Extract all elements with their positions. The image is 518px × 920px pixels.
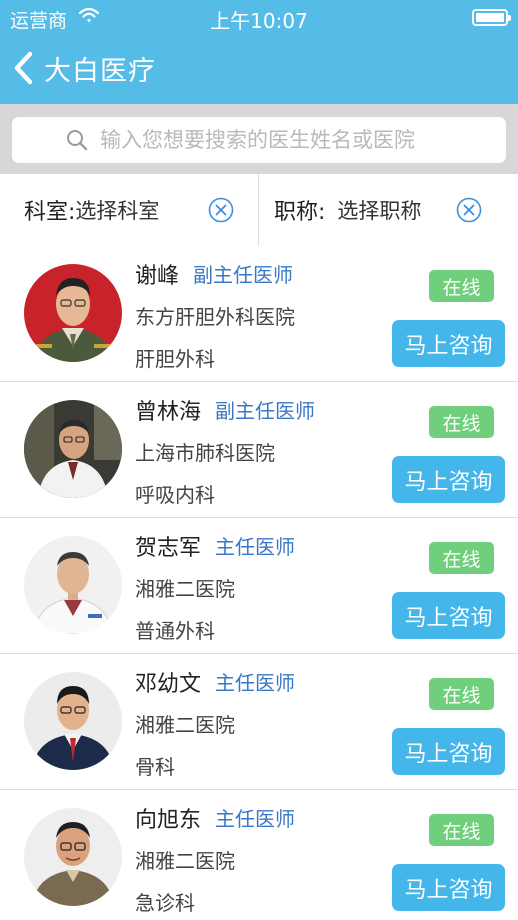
online-status-badge: 在线 [429,542,494,574]
clear-title-icon[interactable] [456,197,482,223]
app-header: 运营商 上午10:07 大白医疗 [0,0,518,104]
doctor-hospital: 湘雅二医院 [135,577,235,601]
search-area [0,104,518,174]
doctor-name: 贺志军 [135,536,202,561]
department-filter[interactable]: 科室: 选择科室 [24,174,159,246]
doctor-list-item[interactable]: 贺志军 主任医师 湘雅二医院 普通外科 在线 马上咨询 [0,518,518,654]
doctor-avatar [24,536,122,634]
doctor-hospital: 湘雅二医院 [135,713,235,737]
doctor-department: 呼吸内科 [135,483,215,507]
doctor-avatar [24,400,122,498]
doctor-name: 曾林海 [135,400,202,425]
doctor-department: 骨科 [135,755,175,779]
status-bar: 运营商 上午10:07 [0,0,518,34]
doctor-title: 副主任医师 [193,263,293,287]
doctor-department: 普通外科 [135,619,215,643]
search-box[interactable] [12,117,506,163]
battery-icon [472,9,511,26]
online-status-badge: 在线 [429,814,494,846]
department-filter-value: 选择科室 [75,199,160,223]
consult-now-button[interactable]: 马上咨询 [392,456,505,503]
consult-now-button[interactable]: 马上咨询 [392,728,505,775]
consult-now-button[interactable]: 马上咨询 [392,864,505,911]
back-button[interactable]: 大白医疗 [8,48,156,88]
chevron-left-icon [14,51,33,85]
doctor-list-item[interactable]: 曾林海 副主任医师 上海市肺科医院 呼吸内科 在线 马上咨询 [0,382,518,518]
doctor-title: 主任医师 [215,671,295,695]
online-status-badge: 在线 [429,678,494,710]
doctor-list: 谢峰 副主任医师 东方肝胆外科医院 肝胆外科 在线 马上咨询 曾林海 副主任医师… [0,246,518,920]
doctor-title: 主任医师 [215,535,295,559]
doctor-name: 向旭东 [135,808,202,833]
department-filter-label: 科室: [24,200,76,225]
nav-bar: 大白医疗 [0,34,518,104]
doctor-hospital: 湘雅二医院 [135,849,235,873]
online-status-badge: 在线 [429,406,494,438]
status-time: 上午10:07 [210,9,308,33]
doctor-avatar [24,808,122,906]
search-icon [67,130,88,151]
doctor-hospital: 东方肝胆外科医院 [135,305,295,329]
doctor-list-item[interactable]: 邓幼文 主任医师 湘雅二医院 骨科 在线 马上咨询 [0,654,518,790]
filter-bar: 科室: 选择科室 职称: 选择职称 [0,174,518,246]
doctor-avatar [24,264,122,362]
search-input[interactable] [100,128,452,152]
clear-department-icon[interactable] [208,197,234,223]
title-filter-value: 选择职称 [337,199,422,223]
page-title: 大白医疗 [44,55,156,87]
doctor-title: 主任医师 [215,807,295,831]
doctor-list-item[interactable]: 谢峰 副主任医师 东方肝胆外科医院 肝胆外科 在线 马上咨询 [0,246,518,382]
consult-now-button[interactable]: 马上咨询 [392,592,505,639]
doctor-name: 谢峰 [135,264,180,289]
title-filter-label: 职称: [274,200,326,225]
consult-now-button[interactable]: 马上咨询 [392,320,505,367]
title-filter[interactable]: 职称: 选择职称 [274,174,421,246]
doctor-name: 邓幼文 [135,672,202,697]
doctor-department: 肝胆外科 [135,347,215,371]
doctor-avatar [24,672,122,770]
doctor-hospital: 上海市肺科医院 [135,441,275,465]
doctor-department: 急诊科 [135,891,195,915]
doctor-list-item[interactable]: 向旭东 主任医师 湘雅二医院 急诊科 在线 马上咨询 [0,790,518,920]
online-status-badge: 在线 [429,270,494,302]
filter-divider [258,174,259,246]
doctor-title: 副主任医师 [215,399,315,423]
